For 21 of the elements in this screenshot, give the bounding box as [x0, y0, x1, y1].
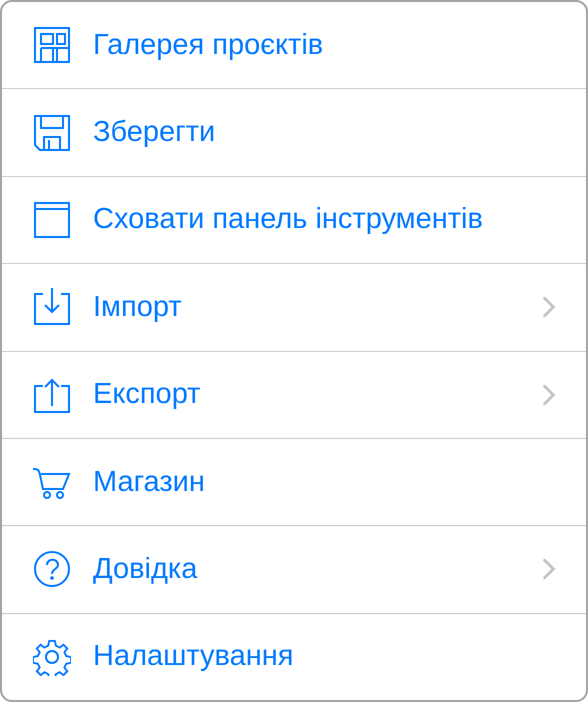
menu-item-label: Зберегти: [93, 116, 216, 150]
tray-arrow-down-icon: [33, 288, 71, 326]
menu-item[interactable]: Зберегти: [2, 89, 586, 177]
menu-item-label: Імпорт: [93, 290, 183, 324]
menu-item-label: Експорт: [93, 378, 202, 412]
menu-item[interactable]: Імпорт: [2, 264, 586, 352]
menu-item-label: Налаштування: [93, 640, 294, 674]
help-icon: [33, 550, 71, 588]
menu-item-label: Довідка: [93, 552, 198, 586]
menu-item[interactable]: Магазин: [2, 438, 586, 526]
settings-icon: [33, 638, 71, 676]
menu-item[interactable]: Довідка: [2, 526, 586, 614]
menu-item[interactable]: Експорт: [2, 352, 586, 439]
menu-item-label: Галерея проєктів: [93, 28, 324, 62]
menu-item[interactable]: Налаштування: [2, 614, 586, 700]
window-icon: [33, 200, 71, 239]
menu-item[interactable]: Галерея проєктів: [2, 2, 586, 90]
menu-item[interactable]: Сховати панель інструментів: [2, 176, 586, 264]
grid-icon: [33, 26, 71, 64]
menu-item-label: Сховати панель інструментів: [93, 203, 484, 236]
menu-item-label: Магазин: [93, 466, 206, 499]
